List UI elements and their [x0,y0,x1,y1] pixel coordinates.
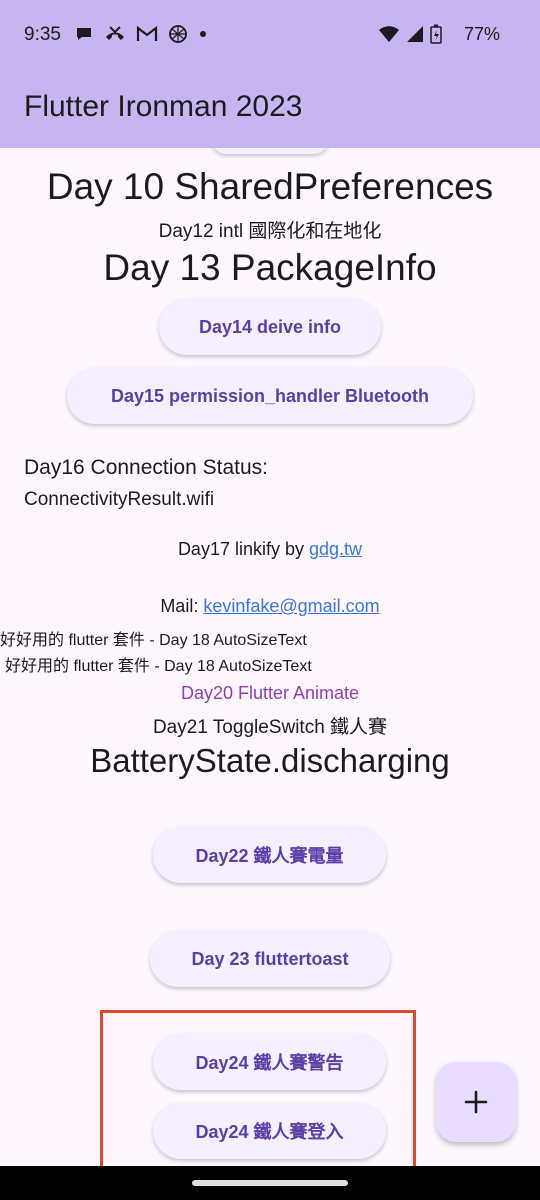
notification-icons [74,24,208,44]
day12-text: Day12 intl 國際化和在地化 [158,221,382,242]
navigation-bar [0,1166,540,1200]
gdg-link[interactable]: gdg.tw [309,539,362,559]
battery-icon [430,24,442,44]
plus-icon [464,1090,488,1114]
hidden-top-button[interactable] [210,148,330,154]
day13-text: Day 13 PackageInfo [103,247,437,288]
gmail-icon [136,25,158,41]
globe-icon [169,25,187,43]
system-icons [378,24,442,44]
autosize-text-2: 好好用的 flutter 套件 - Day 18 AutoSizeText [5,658,312,675]
highlight-box [100,1010,416,1172]
wifi-icon [379,26,399,42]
day17-text: Day17 linkify by [177,539,309,559]
day16-value: ConnectivityResult.wifi [24,489,215,510]
app-title: Flutter Ironman 2023 [24,90,303,123]
status-bar: 9:35 77% [0,0,540,68]
battery-state-text: BatteryState.discharging [90,742,450,779]
day17-line: Day17 linkify by gdg.tw [0,539,540,560]
day15-button[interactable]: Day15 permission_handler Bluetooth [67,368,473,424]
status-time: 9:35 [24,24,61,45]
home-gesture-handle[interactable] [192,1180,348,1186]
day20-text: Day20 Flutter Animate [180,683,360,703]
chat-icon [77,28,91,40]
mail-label: Mail: [160,596,204,616]
dot-icon [200,31,206,37]
day16-title: Day16 Connection Status: [24,456,268,479]
mail-line: Mail: kevinfake@gmail.com [0,596,540,617]
add-fab-button[interactable] [436,1062,516,1142]
day14-button[interactable]: Day14 deive info [159,299,381,355]
autosize-text-1: 好好用的 flutter 套件 - Day 18 AutoSizeText [0,632,307,649]
day21-text: Day21 ToggleSwitch 鐵人賽 [152,717,388,738]
app-bar: Flutter Ironman 2023 [0,68,540,148]
battery-percent: 77% [463,24,500,44]
day10-text: Day 10 SharedPreferences [46,166,494,207]
day23-button[interactable]: Day 23 fluttertoast [150,931,390,987]
missed-call-icon [106,26,124,40]
mail-link[interactable]: kevinfake@gmail.com [203,596,379,616]
signal-icon [407,26,423,42]
day22-button[interactable]: Day22 鐵人賽電量 [153,827,386,883]
